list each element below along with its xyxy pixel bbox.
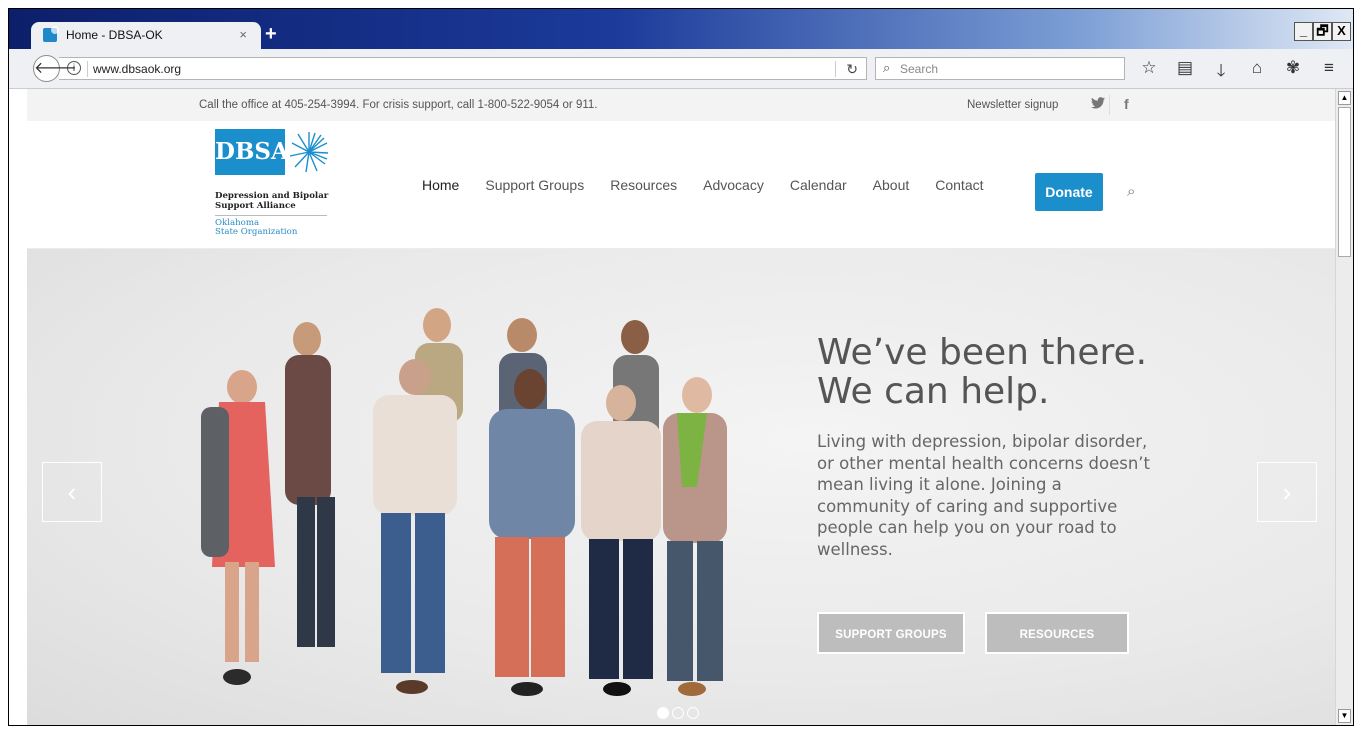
toolbar-icons: ☆ ▤ 🡓 ⌂ ✾ ≡	[1139, 58, 1339, 87]
nav-item-resources[interactable]: Resources	[610, 177, 677, 193]
search-input[interactable]: ⌕ Search	[875, 57, 1125, 80]
tab-close-icon[interactable]: ×	[239, 27, 247, 42]
search-icon: ⌕	[883, 60, 891, 75]
scrollbar-thumb[interactable]	[1338, 107, 1351, 257]
carousel-prev-button[interactable]: ‹	[42, 462, 102, 522]
menu-icon[interactable]: ≡	[1319, 58, 1339, 87]
logo-line-1: Depression and Bipolar	[215, 191, 329, 201]
support-groups-button[interactable]: SUPPORT GROUPS	[817, 612, 965, 654]
nav-item-calendar[interactable]: Calendar	[790, 177, 847, 193]
hero-headline: We’ve been there. We can help.	[817, 333, 1217, 411]
logo-divider	[215, 215, 327, 216]
window-controls: _ 🗗 X	[1294, 22, 1351, 41]
nav-item-advocacy[interactable]: Advocacy	[703, 177, 764, 193]
group-photo	[201, 308, 727, 696]
chevron-left-icon: ‹	[67, 477, 77, 507]
reload-divider	[835, 61, 836, 77]
scroll-up-icon[interactable]: ▲	[1338, 91, 1351, 105]
logo-line-4: State Organization	[215, 227, 298, 237]
starburst-icon	[289, 132, 329, 173]
nav-item-home[interactable]: Home	[422, 177, 459, 193]
carousel-dot[interactable]	[687, 707, 699, 719]
url-text[interactable]: www.dbsaok.org	[93, 62, 181, 76]
download-icon[interactable]: 🡓	[1211, 58, 1231, 87]
hero-carousel: We’ve been there. We can help. Living wi…	[27, 249, 1335, 725]
contact-info-text: Call the office at 405-254-3994. For cri…	[199, 99, 598, 111]
favicon-icon	[43, 26, 59, 42]
reload-icon[interactable]: ↻	[846, 61, 858, 78]
tab-title: Home - DBSA-OK	[66, 28, 163, 42]
back-arrow-icon: 🡐	[34, 60, 77, 77]
logo-text: Depression and Bipolar Support Alliance	[215, 191, 355, 211]
logo-line-2: Support Alliance	[215, 201, 296, 211]
search-placeholder: Search	[900, 62, 939, 76]
page-scrollbar[interactable]: ▲ ▼	[1335, 89, 1353, 725]
minimize-button[interactable]: _	[1294, 22, 1313, 41]
resources-button[interactable]: RESOURCES	[985, 612, 1129, 654]
logo-subtitle: Oklahoma State Organization	[215, 219, 355, 237]
hero-description: Living with depression, bipolar disorder…	[817, 432, 1151, 559]
carousel-dot[interactable]	[672, 707, 684, 719]
topbar-divider	[1109, 95, 1110, 115]
nav-toolbar: i www.dbsaok.org ↻ 🡐 ⌕ Search ☆ ▤ 🡓 ⌂ ✾ …	[9, 49, 1353, 89]
hero-headline-line-2: We can help.	[817, 371, 1050, 412]
tab-strip: Home - DBSA-OK × + _ 🗗 X	[9, 9, 1353, 49]
site-header: DBSA Depression and Bipolar Support Alli…	[27, 121, 1335, 249]
scroll-down-icon[interactable]: ▼	[1338, 709, 1351, 723]
browser-window: Home - DBSA-OK × + _ 🗗 X i www.dbsaok.or…	[8, 8, 1354, 726]
restore-button[interactable]: 🗗	[1313, 22, 1332, 41]
donate-button[interactable]: Donate	[1035, 173, 1103, 211]
facebook-icon[interactable]: f	[1124, 96, 1129, 112]
carousel-dot[interactable]	[657, 707, 669, 719]
star-icon[interactable]: ☆	[1139, 58, 1159, 87]
url-divider	[87, 61, 88, 77]
new-tab-button[interactable]: +	[265, 24, 277, 44]
site-logo[interactable]: DBSA Depression and Bipolar Support Alli…	[215, 129, 365, 247]
hero-headline-line-1: We’ve been there.	[817, 332, 1148, 373]
reading-list-icon[interactable]: ▤	[1175, 58, 1195, 87]
site-topbar: Call the office at 405-254-3994. For cri…	[27, 89, 1335, 121]
close-window-button[interactable]: X	[1332, 22, 1351, 41]
twitter-icon[interactable]	[1091, 97, 1105, 112]
url-bar[interactable]: i www.dbsaok.org ↻	[59, 57, 867, 80]
carousel-next-button[interactable]: ›	[1257, 462, 1317, 522]
nav-item-support-groups[interactable]: Support Groups	[485, 177, 584, 193]
back-button[interactable]: 🡐	[33, 55, 77, 82]
extension-icon[interactable]: ✾	[1283, 58, 1303, 87]
chevron-right-icon: ›	[1282, 477, 1292, 507]
web-page: Call the office at 405-254-3994. For cri…	[27, 89, 1335, 725]
nav-item-about[interactable]: About	[873, 177, 910, 193]
browser-tab[interactable]: Home - DBSA-OK ×	[31, 22, 261, 49]
main-nav: Home Support Groups Resources Advocacy C…	[422, 177, 1010, 193]
nav-item-contact[interactable]: Contact	[935, 177, 983, 193]
home-icon[interactable]: ⌂	[1247, 58, 1267, 87]
newsletter-link[interactable]: Newsletter signup	[967, 99, 1058, 111]
carousel-dots	[657, 707, 699, 719]
site-search-icon[interactable]: ⌕	[1127, 183, 1135, 200]
logo-mark: DBSA	[215, 129, 289, 175]
